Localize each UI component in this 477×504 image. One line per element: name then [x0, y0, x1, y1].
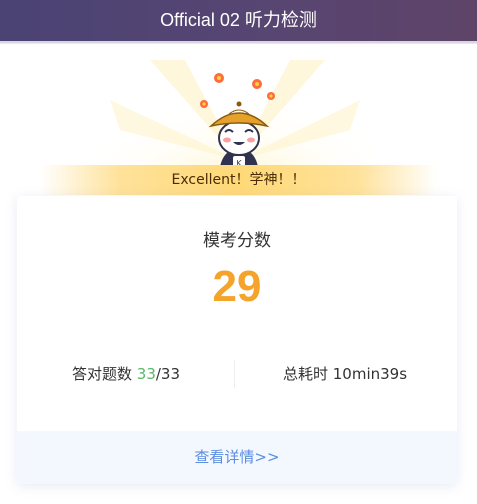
score-title: 模考分数: [203, 231, 271, 251]
view-details-link[interactable]: 查看详情>>: [17, 431, 457, 484]
stats-row: 答对题数 33/33 总耗时 10min39s: [17, 359, 457, 389]
correct-count-stat: 答对题数 33/33: [17, 359, 235, 389]
page-title: Official 02 听力检测: [160, 10, 317, 30]
stats-divider: [234, 360, 235, 388]
top-bar: Official 02 听力检测: [0, 0, 477, 43]
correct-count-label: 答对题数: [71, 365, 132, 383]
details-footer: 查看详情>>: [17, 431, 457, 484]
excellent-banner-text: Excellent！学神！！: [171, 172, 306, 188]
score-card: 模考分数 29 答对题数 33/33 总耗时 10min39s 查看详情>>: [17, 196, 457, 484]
total-question-count: /33: [155, 365, 181, 383]
total-time-stat: 总耗时 10min39s: [236, 359, 454, 389]
header-divider: [0, 43, 477, 44]
score-value: 29: [212, 262, 262, 311]
correct-count-value: 33: [136, 365, 156, 383]
total-time-label: 总耗时: [282, 365, 328, 383]
total-time-value: 10min39s: [332, 365, 408, 383]
scholar-mascot-icon: K: [200, 73, 275, 178]
